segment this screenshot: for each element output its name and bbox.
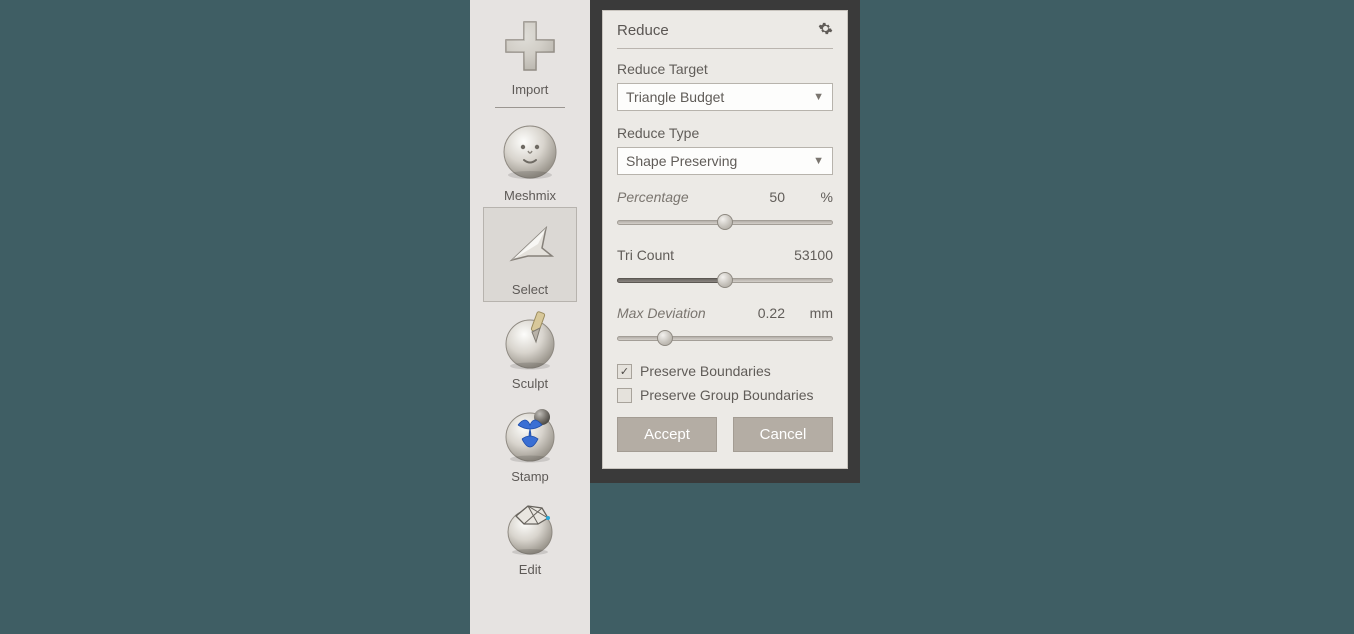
toolbar-label-meshmix: Meshmix: [504, 188, 556, 203]
edit-mesh-icon: [498, 494, 562, 558]
toolbar-item-stamp[interactable]: Stamp: [483, 395, 577, 488]
toolbar-label-stamp: Stamp: [511, 469, 549, 484]
tri-count-value: 53100: [794, 247, 833, 263]
reduce-target-value: Triangle Budget: [626, 89, 724, 105]
tri-count-slider[interactable]: [617, 271, 833, 289]
face-sphere-icon: [498, 120, 562, 184]
checkbox-icon: ✓: [617, 364, 632, 379]
tri-count-label: Tri Count: [617, 247, 674, 263]
percentage-unit: %: [803, 189, 833, 205]
percentage-slider[interactable]: [617, 213, 833, 231]
max-deviation-slider[interactable]: [617, 329, 833, 347]
panel-container: Reduce Reduce Target Triangle Budget ▼ R…: [590, 0, 860, 483]
max-deviation-unit: mm: [803, 305, 833, 321]
reduce-type-label: Reduce Type: [617, 125, 833, 141]
accept-button[interactable]: Accept: [617, 417, 717, 452]
reduce-type-value: Shape Preserving: [626, 153, 737, 169]
toolbar-item-select[interactable]: Select: [483, 207, 577, 302]
chevron-down-icon: ▼: [813, 155, 824, 167]
percentage-row: Percentage 50 %: [617, 189, 833, 205]
max-deviation-label: Max Deviation: [617, 305, 706, 321]
reduce-target-label: Reduce Target: [617, 61, 833, 77]
toolbar-item-sculpt[interactable]: Sculpt: [483, 302, 577, 395]
plus-icon: [498, 14, 562, 78]
toolbar-label-sculpt: Sculpt: [512, 376, 548, 391]
toolbar-item-import[interactable]: Import: [483, 8, 577, 101]
arrow-cursor-icon: [498, 214, 562, 278]
checkbox-icon: [617, 388, 632, 403]
toolbar-label-import: Import: [512, 82, 549, 97]
max-deviation-value: 0.22: [758, 305, 785, 321]
panel-title: Reduce: [617, 22, 669, 39]
toolbar-label-edit: Edit: [519, 562, 541, 577]
max-deviation-row: Max Deviation 0.22 mm: [617, 305, 833, 321]
stamp-icon: [498, 401, 562, 465]
preserve-group-boundaries-checkbox[interactable]: Preserve Group Boundaries: [617, 387, 833, 403]
chevron-down-icon: ▼: [813, 91, 824, 103]
reduce-target-select[interactable]: Triangle Budget ▼: [617, 83, 833, 111]
percentage-value: 50: [769, 189, 785, 205]
toolbar-item-meshmix[interactable]: Meshmix: [483, 114, 577, 207]
panel-buttons: Accept Cancel: [617, 417, 833, 452]
tri-count-row: Tri Count 53100: [617, 247, 833, 263]
toolbar-divider: [495, 107, 565, 108]
preserve-boundaries-checkbox[interactable]: ✓ Preserve Boundaries: [617, 363, 833, 379]
preserve-boundaries-label: Preserve Boundaries: [640, 363, 771, 379]
sculpt-brush-icon: [498, 308, 562, 372]
percentage-label: Percentage: [617, 189, 689, 205]
cancel-button[interactable]: Cancel: [733, 417, 833, 452]
main-toolbar: Import Meshmix Select Sculpt: [470, 0, 590, 634]
toolbar-item-edit[interactable]: Edit: [483, 488, 577, 581]
preserve-group-boundaries-label: Preserve Group Boundaries: [640, 387, 814, 403]
gear-icon[interactable]: [818, 21, 833, 40]
panel-header: Reduce: [617, 21, 833, 49]
reduce-panel: Reduce Reduce Target Triangle Budget ▼ R…: [602, 10, 848, 469]
reduce-type-select[interactable]: Shape Preserving ▼: [617, 147, 833, 175]
toolbar-label-select: Select: [512, 282, 548, 297]
